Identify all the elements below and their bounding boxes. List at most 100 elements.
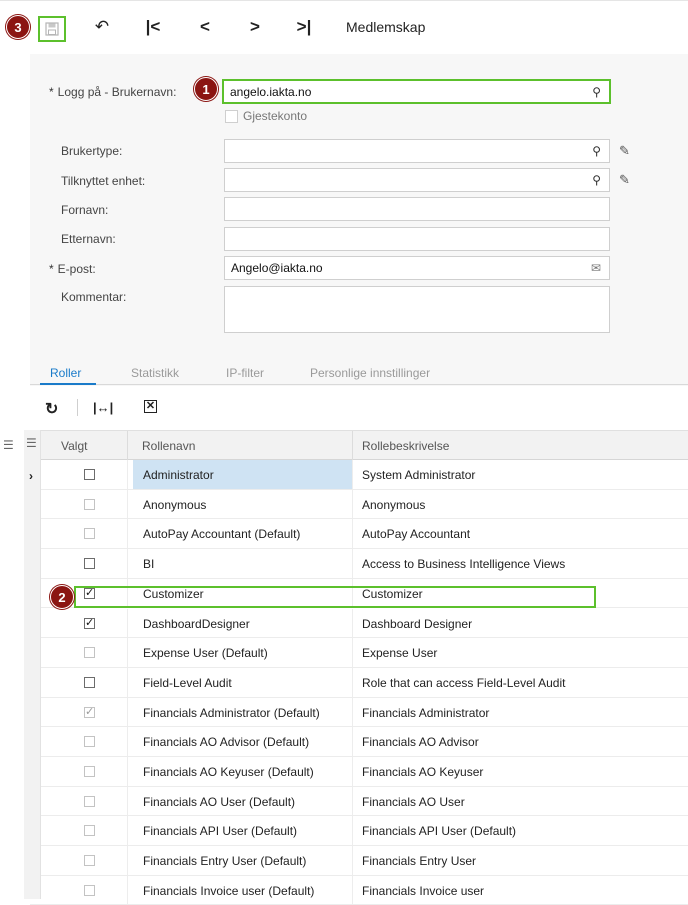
- role-description-cell: Financials API User (Default): [362, 824, 517, 839]
- cell-divider: [127, 875, 128, 905]
- role-description-cell: Access to Business Intelligence Views: [362, 557, 566, 572]
- tab-personlige-innstillinger[interactable]: Personlige innstillinger: [310, 366, 430, 380]
- guest-account-checkbox[interactable]: [225, 110, 238, 123]
- row-select-checkbox[interactable]: [84, 855, 95, 867]
- search-icon[interactable]: ⚲: [592, 144, 601, 158]
- fit-columns-icon[interactable]: |↔|: [93, 400, 113, 415]
- tab-ip-filter[interactable]: IP-filter: [226, 366, 264, 380]
- table-row[interactable]: Financials API User (Default) Financials …: [30, 816, 688, 847]
- table-row[interactable]: Financials Entry User (Default) Financial…: [30, 846, 688, 876]
- cell-divider: [127, 549, 128, 578]
- row-select-checkbox[interactable]: [84, 736, 95, 748]
- table-row[interactable]: AutoPay Accountant (Default) AutoPay Acco…: [30, 519, 688, 550]
- comment-label: Kommentar:: [61, 290, 127, 304]
- cell-divider: [127, 489, 128, 519]
- row-select-checkbox[interactable]: [84, 766, 95, 777]
- row-select-checkbox[interactable]: [84, 469, 95, 480]
- row-select-checkbox[interactable]: [84, 825, 95, 837]
- export-excel-icon[interactable]: ✕: [144, 400, 157, 413]
- role-description-cell: Financials Invoice user: [362, 883, 485, 898]
- usertype-input[interactable]: ⚲: [224, 139, 610, 163]
- next-icon[interactable]: >: [246, 15, 264, 39]
- first-icon[interactable]: |<: [143, 15, 163, 39]
- cell-divider: [352, 608, 353, 638]
- top-toolbar: 3 ↶ |< < > >| Medlemskap: [0, 0, 688, 55]
- row-selector-icon[interactable]: ☰: [26, 436, 37, 450]
- cell-divider: [352, 638, 353, 667]
- role-description-cell: Financials AO Keyuser: [362, 765, 484, 779]
- unit-input[interactable]: ⚲: [224, 168, 610, 192]
- table-row[interactable]: Financials AO Keyuser (Default) Financial…: [30, 757, 688, 787]
- save-button[interactable]: [38, 16, 66, 42]
- row-select-checkbox[interactable]: [84, 676, 95, 688]
- column-header-rollebeskrivelse[interactable]: Rollebeskrivelse: [362, 439, 449, 453]
- last-icon[interactable]: >|: [293, 15, 315, 39]
- tab-roller[interactable]: Roller: [50, 366, 81, 380]
- step-marker-3: 3: [6, 15, 30, 39]
- cell-divider: [352, 757, 353, 786]
- undo-icon[interactable]: ↶: [92, 15, 112, 39]
- cell-divider: [352, 667, 353, 697]
- cell-divider: [127, 638, 128, 667]
- role-description-cell: Financials AO User: [362, 794, 465, 809]
- refresh-icon[interactable]: ↻: [45, 399, 58, 419]
- row-selector-column: [24, 430, 41, 899]
- firstname-label: Fornavn:: [61, 203, 109, 217]
- prev-icon[interactable]: <: [196, 15, 214, 39]
- login-username-input[interactable]: angelo.iakta.no ⚲: [222, 79, 611, 104]
- edit-icon[interactable]: ✎: [619, 172, 630, 188]
- step-marker-1: 1: [194, 77, 218, 101]
- row-select-checkbox[interactable]: [84, 528, 95, 540]
- cell-divider: [127, 816, 128, 846]
- screen-title: Medlemskap: [346, 19, 426, 35]
- comment-textarea[interactable]: [224, 286, 610, 333]
- column-separator: [352, 431, 353, 460]
- table-row[interactable]: Financials AO User (Default) Financials A…: [30, 786, 688, 817]
- cell-divider: [352, 549, 353, 578]
- table-row[interactable]: BI Access to Business Intelligence Views: [30, 549, 688, 579]
- table-row[interactable]: Anonymous Anonymous: [30, 489, 688, 520]
- column-separator: [127, 431, 128, 460]
- role-description-cell: System Administrator: [362, 468, 476, 482]
- tab-statistikk[interactable]: Statistikk: [131, 366, 179, 380]
- role-name-cell: AutoPay Accountant (Default): [143, 527, 301, 542]
- table-row[interactable]: ✓ DashboardDesigner Dashboard Designer: [30, 608, 688, 639]
- table-row[interactable]: Expense User (Default) Expense User: [30, 638, 688, 668]
- column-header-rollenavn[interactable]: Rollenavn: [142, 439, 195, 453]
- login-label: * Logg på - Brukernavn:: [49, 85, 177, 99]
- row-select-checkbox[interactable]: ✓: [84, 617, 95, 629]
- search-icon[interactable]: ⚲: [592, 85, 601, 99]
- guest-account-label: Gjestekonto: [243, 109, 308, 123]
- lastname-input[interactable]: [224, 227, 610, 251]
- save-icon: [45, 22, 59, 36]
- role-name-cell: Financials AO User (Default): [143, 794, 296, 809]
- table-row[interactable]: ✓ Financials Administrator (Default) Finan…: [30, 697, 688, 728]
- table-row[interactable]: Financials Invoice user (Default) Financi…: [30, 875, 688, 905]
- search-icon[interactable]: ⚲: [592, 173, 601, 187]
- row-select-checkbox[interactable]: [84, 647, 95, 659]
- edit-icon[interactable]: ✎: [619, 143, 630, 159]
- row-select-checkbox[interactable]: [84, 795, 95, 807]
- cell-divider: [352, 727, 353, 756]
- step-marker-2: 2: [50, 585, 74, 609]
- cell-divider: [352, 816, 353, 846]
- role-name-cell: Financials Invoice user (Default): [143, 883, 315, 898]
- mail-icon[interactable]: ✉: [591, 261, 601, 275]
- table-row[interactable]: Administrator System Administrator: [30, 460, 688, 490]
- column-header-valgt[interactable]: Valgt: [61, 439, 87, 453]
- row-select-checkbox[interactable]: [84, 558, 95, 570]
- role-description-cell: Financials Entry User: [362, 854, 477, 869]
- cell-divider: [352, 697, 353, 727]
- email-input[interactable]: Angelo@iakta.no ✉: [224, 256, 610, 280]
- role-name-cell: Financials AO Advisor (Default): [143, 735, 310, 750]
- table-row[interactable]: Field-Level Audit Role that can access Fi…: [30, 667, 688, 698]
- role-description-cell: Financials AO Advisor: [362, 735, 479, 750]
- row-select-checkbox[interactable]: [84, 498, 95, 510]
- row-selector-icon[interactable]: ☰: [3, 438, 14, 452]
- table-row[interactable]: Financials AO Advisor (Default) Financial…: [30, 727, 688, 757]
- role-name-cell: Field-Level Audit: [143, 675, 232, 690]
- row-select-checkbox[interactable]: [84, 884, 95, 896]
- row-select-checkbox[interactable]: ✓: [84, 706, 95, 718]
- firstname-input[interactable]: [224, 197, 610, 221]
- cell-divider: [127, 697, 128, 727]
